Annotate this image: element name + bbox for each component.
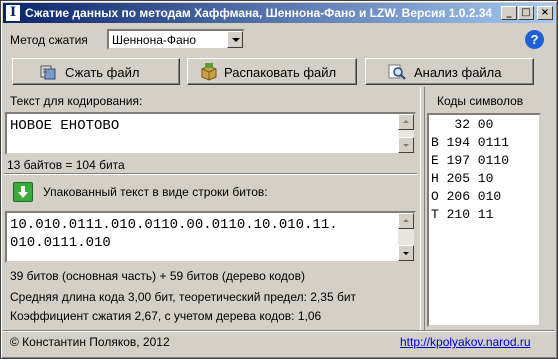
compress-icon — [40, 65, 56, 80]
bits-stat: 39 битов (основная часть) + 59 битов (де… — [10, 269, 305, 283]
maximize-button[interactable]: □ — [518, 6, 534, 20]
output-text-area[interactable]: 10.010.0111.010.0110.00.0110.10.010.11. … — [5, 211, 416, 263]
divider — [4, 173, 417, 175]
minimize-button[interactable]: _ — [501, 6, 517, 20]
input-scrollbar[interactable] — [398, 114, 414, 153]
scroll-down-icon[interactable] — [398, 245, 414, 261]
list-item: Н 205 10 — [431, 171, 494, 186]
unpack-file-button[interactable]: Распаковать файл — [187, 58, 357, 85]
app-window: I Сжатие данных по методам Хаффмана, Шен… — [0, 0, 558, 359]
compress-file-button[interactable]: Сжать файл — [12, 58, 180, 85]
panel-splitter[interactable] — [420, 87, 425, 330]
compression-ratio-stat: Коэффициент сжатия 2,67, с учетом дерева… — [10, 309, 322, 323]
codes-list[interactable]: 32 00 В 194 0111 Е 197 0110 Н 205 10 О 2… — [427, 113, 541, 327]
input-text: НОВОЕ ЕНОТОВО — [10, 118, 120, 134]
magnifier-icon — [388, 64, 406, 80]
list-item: Е 197 0110 — [431, 153, 510, 168]
scroll-up-icon[interactable] — [398, 213, 414, 229]
compress-file-label: Сжать файл — [65, 65, 140, 80]
app-icon: I — [6, 5, 20, 21]
input-label: Текст для кодирования: — [10, 94, 143, 108]
method-label: Метод сжатия — [10, 33, 88, 47]
unpack-file-label: Распаковать файл — [224, 65, 337, 80]
package-icon — [201, 63, 217, 81]
window-title: Сжатие данных по методам Хаффмана, Шенно… — [25, 6, 493, 20]
list-item: О 206 010 — [431, 189, 502, 204]
output-label: Упакованный текст в виде строки битов: — [43, 185, 268, 199]
status-divider — [3, 330, 555, 332]
input-text-area[interactable]: НОВОЕ ЕНОТОВО — [5, 112, 416, 155]
chevron-down-icon[interactable] — [227, 31, 243, 48]
output-scrollbar[interactable] — [398, 213, 414, 261]
copyright: © Константин Поляков, 2012 — [10, 335, 170, 349]
list-item: В 194 0111 — [431, 135, 510, 150]
help-icon[interactable]: ? — [525, 30, 544, 49]
author-link[interactable]: http://kpolyakov.narod.ru — [400, 335, 531, 349]
list-item: Т 210 11 — [431, 207, 494, 222]
output-line-1: 10.010.0111.010.0110.00.0110.10.010.11. — [10, 217, 338, 233]
title-bar[interactable]: I Сжатие данных по методам Хаффмана, Шен… — [3, 3, 555, 23]
scroll-up-icon[interactable] — [398, 114, 414, 130]
arrow-down-icon — [13, 182, 33, 202]
output-line-2: 010.0111.010 — [10, 235, 111, 251]
method-selected-value: Шеннона-Фано — [112, 33, 196, 47]
analyze-file-button[interactable]: Анализ файла — [365, 58, 534, 85]
close-button[interactable]: × — [537, 6, 553, 20]
analyze-file-label: Анализ файла — [414, 65, 502, 80]
scroll-down-icon[interactable] — [398, 137, 414, 153]
avg-length-stat: Средняя длина кода 3,00 бит, теоретическ… — [10, 290, 357, 304]
codes-label: Коды символов — [437, 94, 524, 108]
input-stats: 13 байтов = 104 бита — [7, 158, 125, 172]
list-item: 32 00 — [431, 117, 494, 132]
method-select[interactable]: Шеннона-Фано — [107, 29, 245, 50]
